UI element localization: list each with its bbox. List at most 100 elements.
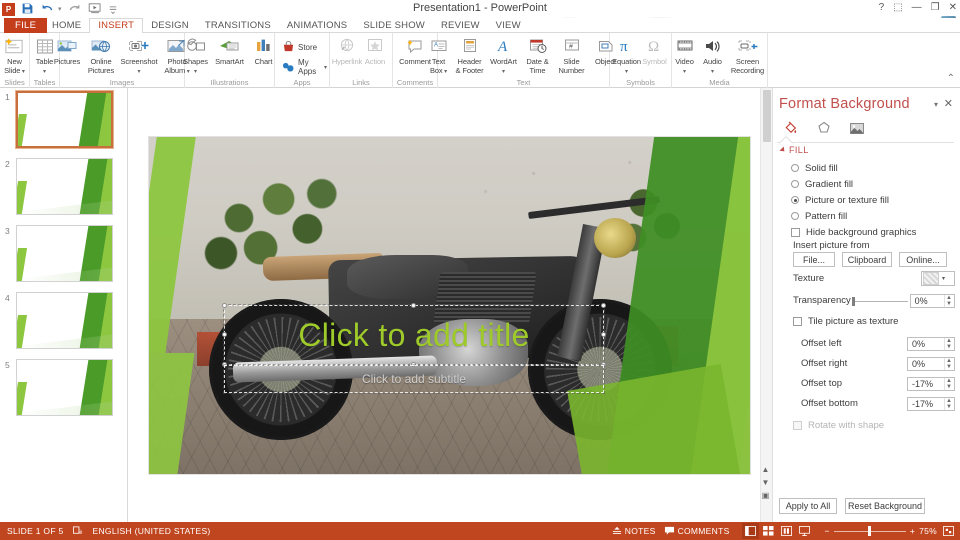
equation-button[interactable]: π Equation ▾ bbox=[612, 35, 641, 76]
slide-counter[interactable]: SLIDE 1 OF 5 bbox=[7, 526, 64, 536]
audio-button[interactable]: Audio ▾ bbox=[699, 35, 727, 76]
texture-caret-icon[interactable]: ▾ bbox=[942, 275, 945, 282]
solid-fill-option[interactable]: Solid fill bbox=[791, 160, 956, 176]
offset-bottom-spinbox[interactable]: -17% ▲ ▼ bbox=[907, 396, 955, 411]
reading-view-button[interactable] bbox=[778, 523, 795, 539]
tile-picture-row[interactable]: Tile picture as texture bbox=[793, 314, 955, 329]
language-label[interactable]: ENGLISH (UNITED STATES) bbox=[93, 526, 211, 536]
scrollbar-thumb[interactable] bbox=[763, 90, 771, 142]
current-slide[interactable]: Click to add title Click to add subtitle bbox=[149, 137, 750, 474]
insert-from-online-button[interactable]: Online... bbox=[899, 252, 947, 267]
reset-background-button[interactable]: Reset Background bbox=[845, 498, 925, 514]
effects-tab[interactable] bbox=[814, 119, 834, 137]
picture-or-texture-fill-radio[interactable] bbox=[791, 196, 799, 204]
store-button[interactable]: Store bbox=[280, 40, 319, 54]
help-button[interactable]: ? bbox=[879, 1, 885, 15]
spinner-arrows[interactable]: ▲ ▼ bbox=[944, 397, 953, 410]
zoom-level-label[interactable]: 75% bbox=[919, 526, 937, 536]
rotate-with-shape-row[interactable]: Rotate with shape bbox=[793, 418, 955, 433]
screen-recording-button[interactable]: Screen Recording bbox=[727, 35, 769, 75]
spinner-arrows[interactable]: ▲ ▼ bbox=[944, 337, 953, 350]
new-slide-button[interactable]: New Slide ▾ bbox=[1, 35, 29, 76]
notes-button[interactable]: NOTES bbox=[612, 526, 656, 536]
offset-left-spinbox[interactable]: 0% ▲ ▼ bbox=[907, 336, 955, 351]
gradient-fill-option[interactable]: Gradient fill bbox=[791, 176, 956, 192]
online-pictures-button[interactable]: Online Pictures bbox=[84, 35, 118, 75]
slide-number-button[interactable]: # Slide Number bbox=[555, 35, 589, 75]
resize-handle[interactable] bbox=[222, 332, 227, 337]
ribbon-display-options-button[interactable]: ⬚ bbox=[893, 1, 902, 15]
slide-editing-area[interactable]: Click to add title Click to add subtitle… bbox=[128, 88, 772, 522]
panel-menu-caret-icon[interactable]: ▾ bbox=[934, 100, 938, 109]
fill-and-line-tab[interactable] bbox=[781, 119, 801, 137]
fill-section-header[interactable]: FILL bbox=[779, 145, 809, 155]
text-box-button[interactable]: A Text Box ▾ bbox=[425, 35, 453, 76]
fit-slide-button[interactable]: ▣ bbox=[762, 492, 770, 500]
pattern-fill-radio[interactable] bbox=[791, 212, 799, 220]
next-slide-button[interactable]: ▼ bbox=[762, 479, 770, 487]
subtitle-placeholder[interactable]: Click to add subtitle bbox=[223, 364, 605, 394]
shapes-button[interactable]: Shapes ▾ bbox=[179, 35, 213, 76]
video-button[interactable]: Video ▾ bbox=[671, 35, 699, 76]
zoom-in-button[interactable]: + bbox=[910, 526, 915, 536]
screenshot-button[interactable]: Screenshot ▾ bbox=[118, 35, 160, 76]
smartart-button[interactable]: SmartArt bbox=[213, 35, 247, 67]
spinner-arrows[interactable]: ▲ ▼ bbox=[944, 377, 953, 390]
slide-show-button[interactable] bbox=[796, 523, 813, 539]
offset-top-spinbox[interactable]: -17% ▲ ▼ bbox=[907, 376, 955, 391]
insert-from-file-button[interactable]: File... bbox=[793, 252, 835, 267]
slide-thumbnail-5[interactable] bbox=[16, 359, 113, 416]
zoom-slider-knob[interactable] bbox=[867, 526, 871, 536]
picture-tab[interactable] bbox=[847, 119, 867, 137]
resize-handle[interactable] bbox=[411, 303, 416, 308]
resize-handle[interactable] bbox=[601, 332, 606, 337]
symbol-button[interactable]: Ω Symbol bbox=[641, 35, 669, 67]
zoom-slider[interactable] bbox=[833, 526, 906, 536]
tab-review[interactable]: REVIEW bbox=[433, 18, 488, 33]
minimize-button[interactable]: — bbox=[912, 1, 922, 15]
tab-design[interactable]: DESIGN bbox=[143, 18, 197, 33]
solid-fill-radio[interactable] bbox=[791, 164, 799, 172]
picture-or-texture-fill-option[interactable]: Picture or texture fill bbox=[791, 192, 956, 208]
collapse-ribbon-button[interactable]: ⌃ bbox=[947, 73, 955, 84]
spinner-arrows[interactable]: ▲ ▼ bbox=[944, 294, 953, 307]
hyperlink-button[interactable]: Hyperlink bbox=[332, 35, 362, 67]
fit-to-window-button[interactable] bbox=[943, 526, 954, 536]
insert-from-clipboard-button[interactable]: Clipboard bbox=[842, 252, 892, 267]
title-placeholder[interactable]: Click to add title bbox=[222, 303, 606, 367]
close-button[interactable]: ✕ bbox=[949, 1, 957, 15]
tab-transitions[interactable]: TRANSITIONS bbox=[197, 18, 279, 33]
rotate-with-shape-checkbox[interactable] bbox=[793, 421, 802, 430]
hide-background-graphics-option[interactable]: Hide background graphics bbox=[791, 224, 956, 240]
slide-vertical-scrollbar[interactable] bbox=[760, 88, 772, 522]
panel-close-icon[interactable]: ✕ bbox=[944, 97, 953, 110]
apply-to-all-button[interactable]: Apply to All bbox=[779, 498, 837, 514]
tab-animations[interactable]: ANIMATIONS bbox=[279, 18, 355, 33]
transparency-slider[interactable] bbox=[849, 294, 908, 308]
spinner-arrows[interactable]: ▲ ▼ bbox=[944, 357, 953, 370]
texture-picker[interactable]: ▾ bbox=[921, 271, 955, 286]
previous-slide-button[interactable]: ▲ bbox=[762, 466, 770, 474]
slide-thumbnail-pane[interactable]: 1 2 3 4 5 bbox=[0, 88, 128, 522]
slide-thumbnail-3[interactable] bbox=[16, 225, 113, 282]
resize-handle[interactable] bbox=[222, 303, 227, 308]
slider-knob[interactable] bbox=[852, 296, 855, 306]
slide-thumbnail-1[interactable] bbox=[15, 90, 114, 149]
zoom-out-button[interactable]: − bbox=[825, 526, 830, 536]
slide-thumbnail-4[interactable] bbox=[16, 292, 113, 349]
resize-handle[interactable] bbox=[601, 303, 606, 308]
my-apps-button[interactable]: My Apps ▾ bbox=[280, 57, 329, 77]
pictures-button[interactable]: Pictures bbox=[50, 35, 84, 67]
tab-slide-show[interactable]: SLIDE SHOW bbox=[355, 18, 433, 33]
offset-right-spinbox[interactable]: 0% ▲ ▼ bbox=[907, 356, 955, 371]
hide-background-graphics-checkbox[interactable] bbox=[791, 227, 800, 237]
tab-home[interactable]: HOME bbox=[44, 18, 89, 33]
action-button[interactable]: Action bbox=[361, 35, 389, 67]
date-time-button[interactable]: Date & Time bbox=[521, 35, 555, 75]
tab-view[interactable]: VIEW bbox=[488, 18, 529, 33]
tab-file[interactable]: FILE bbox=[4, 18, 48, 33]
my-apps-caret-icon[interactable]: ▾ bbox=[324, 64, 327, 71]
gradient-fill-radio[interactable] bbox=[791, 180, 799, 188]
tab-insert[interactable]: INSERT bbox=[89, 18, 144, 34]
slide-sorter-view-button[interactable] bbox=[760, 523, 777, 539]
